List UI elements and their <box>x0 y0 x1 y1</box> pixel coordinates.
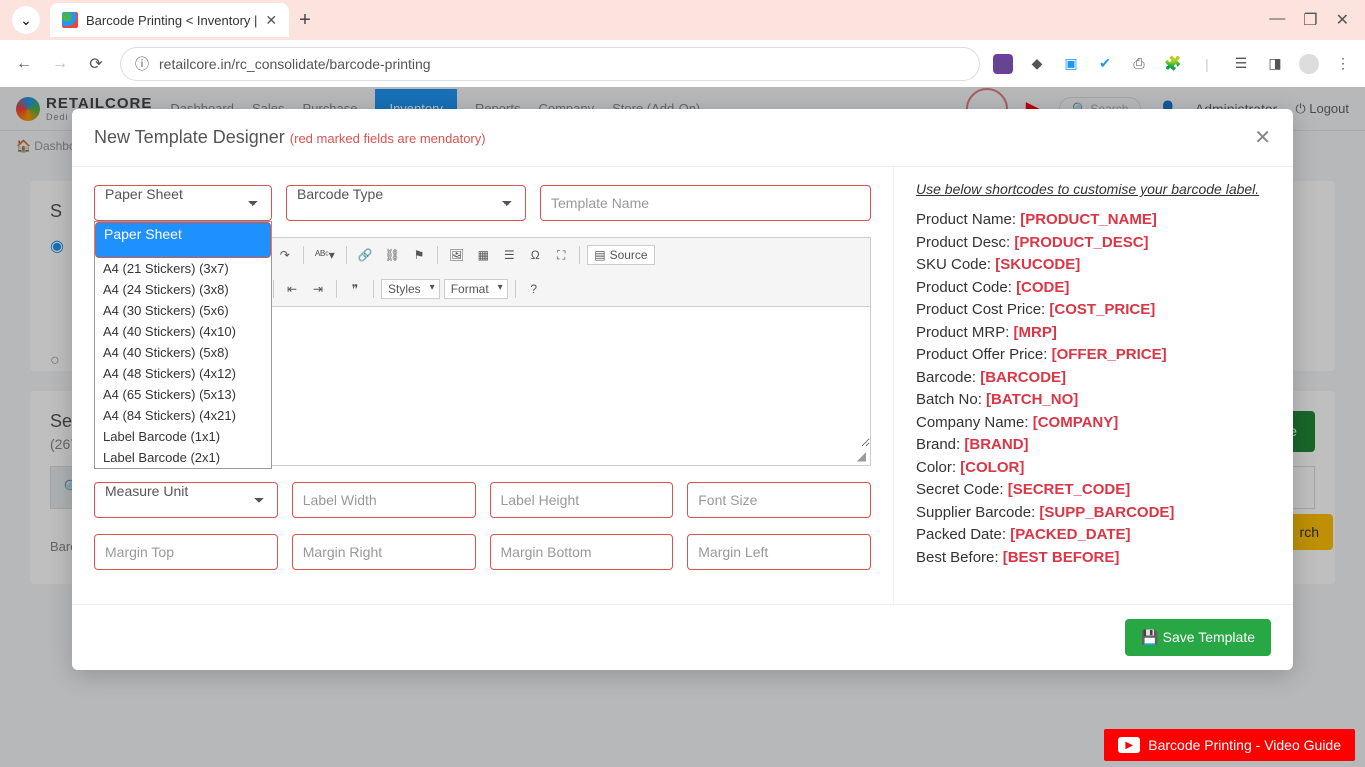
new-tab-button[interactable]: + <box>299 9 311 32</box>
tab-title: Barcode Printing < Inventory | <box>86 13 257 28</box>
forward-icon[interactable]: → <box>48 55 72 73</box>
shortcode-line: Brand: [BRAND] <box>916 436 1271 453</box>
tab-favicon <box>62 12 78 28</box>
measure-unit-select[interactable]: Measure Unit <box>94 482 278 518</box>
maximize-icon[interactable]: ⛶ <box>550 244 572 266</box>
shortcode-line: SKU Code: [SKUCODE] <box>916 256 1271 273</box>
margin-bottom-input[interactable] <box>490 534 674 570</box>
browser-chrome: ⌄ Barcode Printing < Inventory | ✕ + — ❐… <box>0 0 1365 87</box>
site-info-icon[interactable]: ⓘ <box>135 54 149 74</box>
shortcodes-panel: Use below shortcodes to customise your b… <box>893 167 1293 604</box>
extension-badge[interactable]: 22 <box>993 54 1013 74</box>
extension-icon[interactable]: ◆ <box>1027 54 1047 74</box>
window-close-icon[interactable]: ✕ <box>1336 10 1349 30</box>
paper-option[interactable]: A4 (84 Stickers) (4x21) <box>95 405 271 426</box>
shortcode-line: Product Desc: [PRODUCT_DESC] <box>916 234 1271 251</box>
extension-icon[interactable]: ⎙ <box>1129 54 1149 74</box>
shortcodes-heading: Use below shortcodes to customise your b… <box>916 181 1271 197</box>
extension-icon[interactable]: ✔ <box>1095 54 1115 74</box>
paper-option[interactable]: A4 (40 Stickers) (4x10) <box>95 321 271 342</box>
side-panel-icon[interactable]: ◨ <box>1265 54 1285 74</box>
paper-option[interactable]: Label Barcode (1x1) <box>95 426 271 447</box>
styles-select[interactable]: Styles <box>381 279 440 299</box>
extension-icon[interactable]: ▣ <box>1061 54 1081 74</box>
paper-option[interactable]: A4 (30 Stickers) (5x6) <box>95 300 271 321</box>
modal-header: New Template Designer (red marked fields… <box>72 109 1293 167</box>
paper-option[interactable]: A4 (24 Stickers) (3x8) <box>95 279 271 300</box>
shortcode-line: Product MRP: [MRP] <box>916 324 1271 341</box>
template-designer-modal: New Template Designer (red marked fields… <box>72 109 1293 670</box>
shortcode-line: Color: [COLOR] <box>916 459 1271 476</box>
paper-option[interactable]: A4 (65 Stickers) (5x13) <box>95 384 271 405</box>
blockquote-icon[interactable]: ❞ <box>344 278 366 300</box>
unlink-icon[interactable]: ⛓ <box>381 244 404 266</box>
youtube-icon: ▶ <box>1118 737 1140 753</box>
hr-icon[interactable]: ☰ <box>498 244 520 266</box>
paper-option[interactable]: A4 (48 Stickers) (4x12) <box>95 363 271 384</box>
shortcode-line: Product Name: [PRODUCT_NAME] <box>916 211 1271 228</box>
link-icon[interactable]: 🔗 <box>354 244 377 266</box>
shortcode-line: Barcode: [BARCODE] <box>916 369 1271 386</box>
menu-icon[interactable]: ⋮ <box>1333 54 1353 74</box>
paper-option[interactable]: A4 (21 Stickers) (3x7) <box>95 258 271 279</box>
close-icon[interactable]: ✕ <box>1254 125 1271 150</box>
modal-footer: 💾 Save Template <box>72 604 1293 670</box>
barcode-type-select[interactable]: Barcode Type <box>286 185 526 221</box>
save-template-button[interactable]: 💾 Save Template <box>1125 619 1271 656</box>
window-maximize-icon[interactable]: ❐ <box>1303 10 1317 30</box>
font-size-input[interactable] <box>687 482 871 518</box>
paper-sheet-options: Paper Sheet A4 (21 Stickers) (3x7) A4 (2… <box>94 221 272 469</box>
paper-option[interactable]: A4 (40 Stickers) (5x8) <box>95 342 271 363</box>
address-bar[interactable]: ⓘ retailcore.in/rc_consolidate/barcode-p… <box>120 47 980 81</box>
help-icon[interactable]: ? <box>523 278 545 300</box>
shortcode-line: Best Before: [BEST BEFORE] <box>916 549 1271 566</box>
back-icon[interactable]: ← <box>12 55 36 73</box>
source-button[interactable]: ▤ Source <box>587 245 654 265</box>
reload-icon[interactable]: ⟳ <box>84 54 108 74</box>
paper-sheet-select[interactable]: Paper Sheet <box>94 185 272 221</box>
template-name-input[interactable] <box>540 185 871 221</box>
shortcode-line: Product Code: [CODE] <box>916 279 1271 296</box>
outdent-icon[interactable]: ⇤ <box>281 278 303 300</box>
spellcheck-icon[interactable]: ᴬᴮᶜ▾ <box>311 244 339 266</box>
shortcode-line: Product Cost Price: [COST_PRICE] <box>916 301 1271 318</box>
video-guide-button[interactable]: ▶ Barcode Printing - Video Guide <box>1104 729 1355 761</box>
reading-list-icon[interactable]: ☰ <box>1231 54 1251 74</box>
label-height-input[interactable] <box>490 482 674 518</box>
shortcode-line: Secret Code: [SECRET_CODE] <box>916 481 1271 498</box>
modal-form: Paper Sheet Paper Sheet A4 (21 Stickers)… <box>72 167 893 604</box>
paper-option[interactable]: Label Barcode (2x1) <box>95 447 271 468</box>
redo-icon[interactable]: ↷ <box>274 244 296 266</box>
profile-avatar[interactable] <box>1299 54 1319 74</box>
modal-title: New Template Designer (red marked fields… <box>94 127 486 148</box>
margin-top-input[interactable] <box>94 534 278 570</box>
table-icon[interactable]: ▦ <box>472 244 494 266</box>
extensions-icon[interactable]: 🧩 <box>1163 54 1183 74</box>
tabs-dropdown-icon[interactable]: ⌄ <box>12 6 40 34</box>
shortcode-line: Packed Date: [PACKED_DATE] <box>916 526 1271 543</box>
url-text: retailcore.in/rc_consolidate/barcode-pri… <box>159 56 431 72</box>
margin-right-input[interactable] <box>292 534 476 570</box>
shortcode-line: Product Offer Price: [OFFER_PRICE] <box>916 346 1271 363</box>
shortcode-line: Company Name: [COMPANY] <box>916 414 1271 431</box>
paper-option[interactable]: Paper Sheet <box>95 222 271 258</box>
close-icon[interactable]: ✕ <box>265 12 277 29</box>
shortcode-line: Batch No: [BATCH_NO] <box>916 391 1271 408</box>
label-width-input[interactable] <box>292 482 476 518</box>
indent-icon[interactable]: ⇥ <box>307 278 329 300</box>
margin-left-input[interactable] <box>687 534 871 570</box>
special-char-icon[interactable]: Ω <box>524 244 546 266</box>
image-icon[interactable]: 🖼 <box>445 244 468 266</box>
window-minimize-icon[interactable]: — <box>1269 10 1285 30</box>
format-select[interactable]: Format <box>444 279 508 299</box>
divider: | <box>1197 54 1217 74</box>
anchor-icon[interactable]: ⚑ <box>408 244 430 266</box>
shortcode-line: Supplier Barcode: [SUPP_BARCODE] <box>916 504 1271 521</box>
browser-tab[interactable]: Barcode Printing < Inventory | ✕ <box>50 3 289 37</box>
